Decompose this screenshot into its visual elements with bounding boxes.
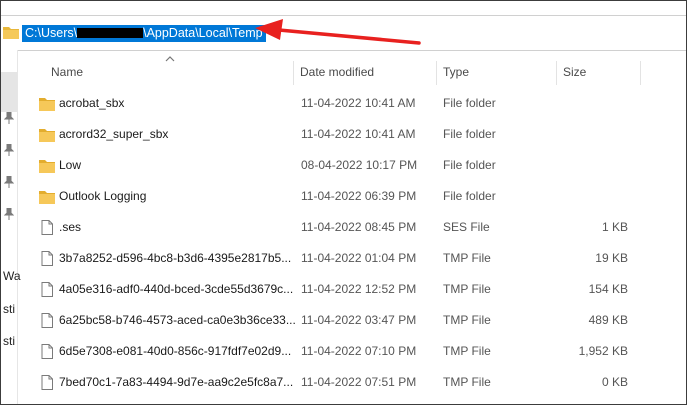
- sort-ascending-icon: [165, 56, 175, 62]
- file-row[interactable]: acrobat_sbx 11-04-2022 10:41 AM File folde…: [19, 88, 686, 119]
- file-date-modified: 08-04-2022 10:17 PM: [301, 158, 418, 172]
- folder-icon: [39, 129, 55, 142]
- file-size: 489 KB: [588, 313, 628, 327]
- pin-icon[interactable]: [4, 176, 14, 188]
- file-size: 19 KB: [595, 251, 628, 265]
- column-header-row: Name Date modified Type Size: [19, 56, 686, 87]
- file-icon: [41, 282, 53, 297]
- column-divider[interactable]: [293, 61, 294, 85]
- nav-item-partial-label[interactable]: sti: [3, 302, 15, 316]
- file-type: File folder: [443, 127, 496, 141]
- file-date-modified: 11-04-2022 08:45 PM: [301, 220, 417, 234]
- file-row[interactable]: 4a05e316-adf0-440d-bced-3cde55d3679c... 1…: [19, 274, 686, 305]
- file-row[interactable]: acrord32_super_sbx 11-04-2022 10:41 AM Fil…: [19, 119, 686, 150]
- file-name[interactable]: acrobat_sbx: [59, 96, 299, 110]
- file-type: TMP File: [443, 282, 491, 296]
- address-path-suffix: \AppData\Local\Temp: [143, 26, 263, 40]
- file-name[interactable]: Outlook Logging: [59, 189, 299, 203]
- file-icon: [41, 220, 53, 235]
- navigation-pane[interactable]: Wa sti sti: [1, 50, 21, 404]
- file-name[interactable]: 3b7a8252-d596-4bc8-b3d6-4395e2817b5...: [59, 251, 299, 265]
- file-row[interactable]: Low 08-04-2022 10:17 PM File folder: [19, 150, 686, 181]
- file-date-modified: 11-04-2022 01:04 PM: [301, 251, 417, 265]
- file-name[interactable]: acrord32_super_sbx: [59, 127, 299, 141]
- pin-icon[interactable]: [4, 112, 14, 124]
- file-icon: [41, 251, 53, 266]
- file-date-modified: 11-04-2022 07:51 PM: [301, 375, 417, 389]
- folder-icon: [39, 98, 55, 111]
- pin-icon[interactable]: [4, 208, 14, 220]
- file-date-modified: 11-04-2022 10:41 AM: [301, 127, 416, 141]
- address-path[interactable]: C:\Users\ \AppData\Local\Temp: [22, 25, 266, 42]
- file-name[interactable]: Low: [59, 158, 299, 172]
- file-size: 154 KB: [588, 282, 628, 296]
- column-divider[interactable]: [640, 61, 641, 85]
- nav-item-partial-label[interactable]: Wa: [3, 269, 21, 283]
- file-icon: [41, 375, 53, 390]
- file-type: File folder: [443, 158, 496, 172]
- file-icon: [41, 344, 53, 359]
- file-type: SES File: [443, 220, 490, 234]
- column-header-type[interactable]: Type: [443, 65, 469, 83]
- file-row[interactable]: .ses 11-04-2022 08:45 PM SES File 1 KB: [19, 212, 686, 243]
- file-type: TMP File: [443, 344, 491, 358]
- folder-icon: [3, 27, 19, 39]
- file-icon: [41, 313, 53, 328]
- file-name[interactable]: 4a05e316-adf0-440d-bced-3cde55d3679c...: [59, 282, 299, 296]
- redacted-username: [77, 28, 144, 38]
- file-date-modified: 11-04-2022 06:39 PM: [301, 189, 417, 203]
- folder-icon: [39, 160, 55, 173]
- file-size: 1,952 KB: [578, 344, 628, 358]
- file-name[interactable]: 6a25bc58-b746-4573-aced-ca0e3b36ce33...: [59, 313, 299, 327]
- nav-selected-item[interactable]: [1, 72, 17, 112]
- file-date-modified: 11-04-2022 03:47 PM: [301, 313, 417, 327]
- folder-icon: [39, 191, 55, 204]
- file-row[interactable]: 6d5e7308-e081-40d0-856c-917fdf7e02d9... 1…: [19, 336, 686, 367]
- file-name[interactable]: 6d5e7308-e081-40d0-856c-917fdf7e02d9...: [59, 344, 299, 358]
- pin-icon[interactable]: [4, 144, 14, 156]
- annotation-arrow-icon: [255, 19, 421, 45]
- column-header-size[interactable]: Size: [563, 65, 586, 83]
- file-name[interactable]: .ses: [59, 220, 299, 234]
- column-divider[interactable]: [556, 61, 557, 85]
- file-date-modified: 11-04-2022 12:52 PM: [301, 282, 417, 296]
- file-date-modified: 11-04-2022 10:41 AM: [301, 96, 416, 110]
- column-header-date-modified[interactable]: Date modified: [300, 65, 374, 83]
- file-row[interactable]: 6a25bc58-b746-4573-aced-ca0e3b36ce33... 1…: [19, 305, 686, 336]
- file-type: TMP File: [443, 375, 491, 389]
- file-size: 1 KB: [601, 220, 628, 234]
- file-type: TMP File: [443, 313, 491, 327]
- address-path-prefix: C:\Users\: [25, 26, 78, 40]
- file-row[interactable]: 7bed70c1-7a83-4494-9d7e-aa9c2e5fc8a7... 1…: [19, 367, 686, 398]
- file-row[interactable]: 3b7a8252-d596-4bc8-b3d6-4395e2817b5... 11…: [19, 243, 686, 274]
- file-explorer-window: C:\Users\ \AppData\Local\Temp Wa sti sti …: [0, 0, 687, 405]
- file-type: TMP File: [443, 251, 491, 265]
- file-type: File folder: [443, 189, 496, 203]
- file-type: File folder: [443, 96, 496, 110]
- file-name[interactable]: 7bed70c1-7a83-4494-9d7e-aa9c2e5fc8a7...: [59, 375, 299, 389]
- file-size: 0 KB: [601, 375, 628, 389]
- column-header-name[interactable]: Name: [51, 65, 83, 83]
- column-divider[interactable]: [436, 61, 437, 85]
- nav-item-partial-label[interactable]: sti: [3, 334, 15, 348]
- file-row[interactable]: Outlook Logging 11-04-2022 06:39 PM File f…: [19, 181, 686, 212]
- file-date-modified: 11-04-2022 07:10 PM: [301, 344, 417, 358]
